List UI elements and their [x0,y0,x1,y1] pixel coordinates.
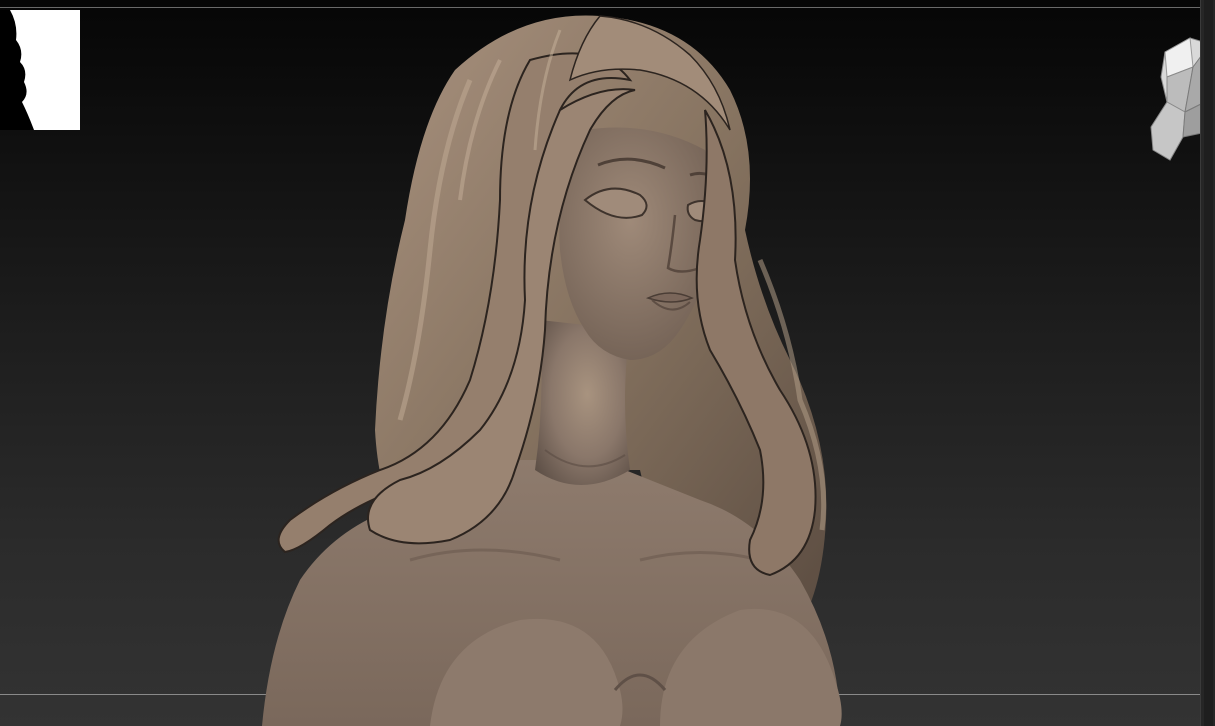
viewport-scrollbar[interactable] [1200,0,1215,726]
sculpted-bust-model[interactable] [0,0,1200,726]
sculpt-viewport[interactable] [0,0,1215,726]
scrollbar-thumb[interactable] [1204,0,1213,726]
